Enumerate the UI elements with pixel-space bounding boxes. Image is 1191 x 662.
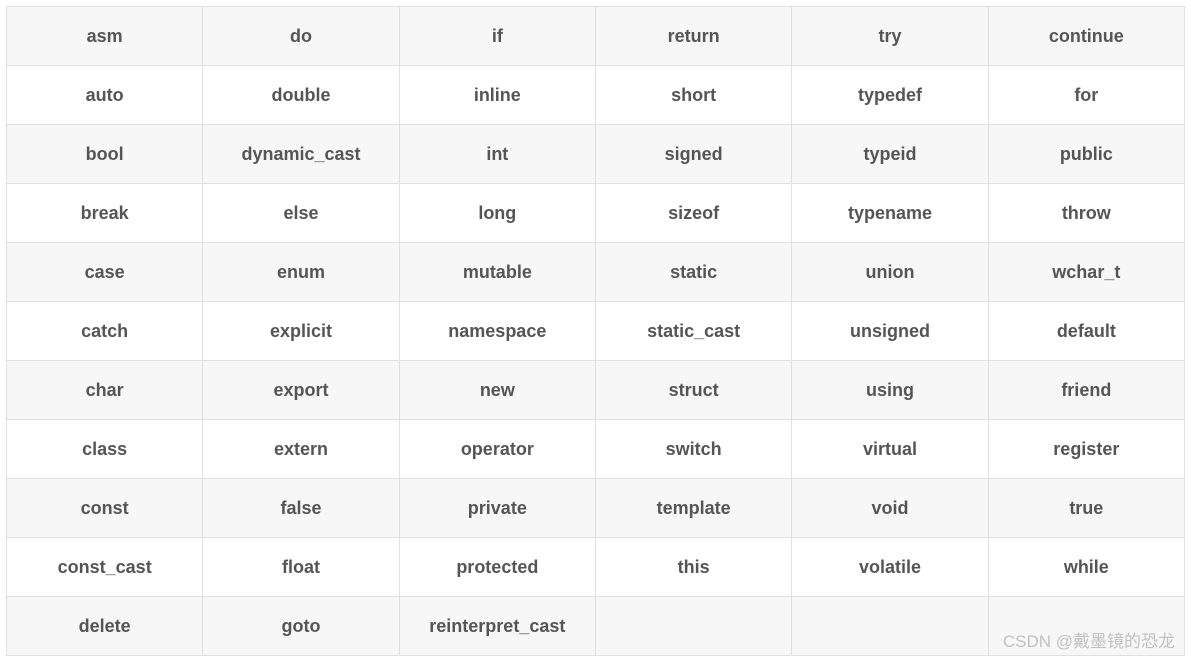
table-cell: goto: [203, 597, 399, 656]
table-cell: operator: [399, 420, 595, 479]
table-cell: while: [988, 538, 1184, 597]
table-cell: const: [7, 479, 203, 538]
table-cell: sizeof: [595, 184, 791, 243]
table-cell: signed: [595, 125, 791, 184]
table-cell: const_cast: [7, 538, 203, 597]
table-cell: explicit: [203, 302, 399, 361]
table-cell: float: [203, 538, 399, 597]
table-row: char export new struct using friend: [7, 361, 1185, 420]
table-cell: wchar_t: [988, 243, 1184, 302]
table-cell: long: [399, 184, 595, 243]
table-cell: [595, 597, 791, 656]
table-cell: for: [988, 66, 1184, 125]
table-cell: break: [7, 184, 203, 243]
table-cell: extern: [203, 420, 399, 479]
table-cell: return: [595, 7, 791, 66]
table-cell: template: [595, 479, 791, 538]
table-cell: private: [399, 479, 595, 538]
table-cell: double: [203, 66, 399, 125]
table-cell: class: [7, 420, 203, 479]
table-cell: inline: [399, 66, 595, 125]
table-cell: public: [988, 125, 1184, 184]
table-row: const false private template void true: [7, 479, 1185, 538]
table-cell: static: [595, 243, 791, 302]
table-row: case enum mutable static union wchar_t: [7, 243, 1185, 302]
table-cell: false: [203, 479, 399, 538]
table-cell: asm: [7, 7, 203, 66]
table-cell: virtual: [792, 420, 988, 479]
table-cell: catch: [7, 302, 203, 361]
table-row: asm do if return try continue: [7, 7, 1185, 66]
table-row: auto double inline short typedef for: [7, 66, 1185, 125]
table-cell: reinterpret_cast: [399, 597, 595, 656]
table-cell: dynamic_cast: [203, 125, 399, 184]
table-cell: export: [203, 361, 399, 420]
table-row: break else long sizeof typename throw: [7, 184, 1185, 243]
table-cell: friend: [988, 361, 1184, 420]
table-cell: default: [988, 302, 1184, 361]
table-cell: static_cast: [595, 302, 791, 361]
table-cell: bool: [7, 125, 203, 184]
table-cell: case: [7, 243, 203, 302]
table-cell: mutable: [399, 243, 595, 302]
table-cell: continue: [988, 7, 1184, 66]
table-cell: typeid: [792, 125, 988, 184]
table-cell: delete: [7, 597, 203, 656]
table-cell: volatile: [792, 538, 988, 597]
table-cell: do: [203, 7, 399, 66]
table-cell: unsigned: [792, 302, 988, 361]
table-cell: struct: [595, 361, 791, 420]
table-cell: throw: [988, 184, 1184, 243]
table-row: const_cast float protected this volatile…: [7, 538, 1185, 597]
table-cell: int: [399, 125, 595, 184]
table-cell: typename: [792, 184, 988, 243]
table-row: delete goto reinterpret_cast: [7, 597, 1185, 656]
table-row: catch explicit namespace static_cast uns…: [7, 302, 1185, 361]
table-cell: else: [203, 184, 399, 243]
table-cell: [988, 597, 1184, 656]
table-cell: new: [399, 361, 595, 420]
table-cell: using: [792, 361, 988, 420]
keywords-table: asm do if return try continue auto doubl…: [6, 6, 1185, 656]
table-cell: register: [988, 420, 1184, 479]
table-cell: union: [792, 243, 988, 302]
table-cell: try: [792, 7, 988, 66]
table-cell: [792, 597, 988, 656]
table-cell: this: [595, 538, 791, 597]
table-cell: switch: [595, 420, 791, 479]
table-cell: if: [399, 7, 595, 66]
table-cell: char: [7, 361, 203, 420]
table-cell: true: [988, 479, 1184, 538]
table-row: class extern operator switch virtual reg…: [7, 420, 1185, 479]
table-cell: void: [792, 479, 988, 538]
table-cell: protected: [399, 538, 595, 597]
table-cell: auto: [7, 66, 203, 125]
table-row: bool dynamic_cast int signed typeid publ…: [7, 125, 1185, 184]
table-cell: namespace: [399, 302, 595, 361]
table-cell: typedef: [792, 66, 988, 125]
table-cell: enum: [203, 243, 399, 302]
table-cell: short: [595, 66, 791, 125]
